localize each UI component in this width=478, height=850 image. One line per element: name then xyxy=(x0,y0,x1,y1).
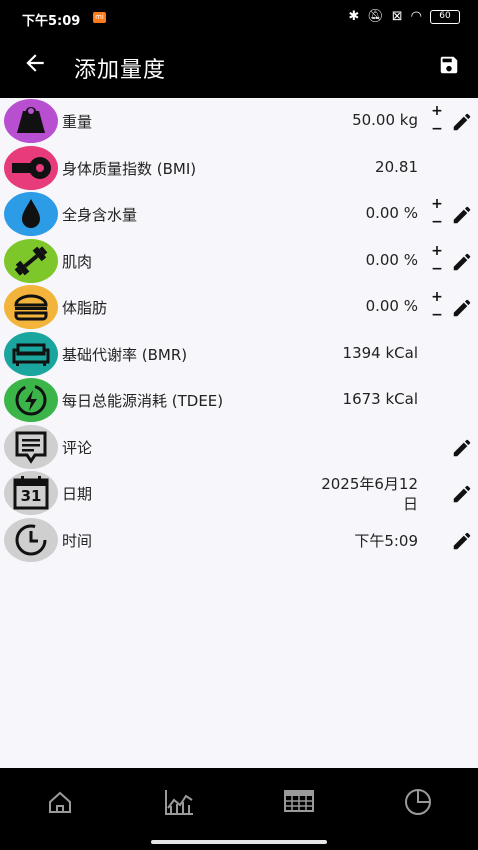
home-icon[interactable] xyxy=(45,788,75,816)
row-value: 1673 kCal xyxy=(342,390,418,408)
row-value: 1394 kCal xyxy=(342,344,418,362)
row-label: 体脂肪 xyxy=(62,299,108,317)
gesture-bar xyxy=(0,834,478,850)
status-bar: 下午5:09 mi ✱ 🔕︎ ⊠ ◠ 60 xyxy=(0,0,478,36)
save-icon[interactable] xyxy=(438,54,460,76)
back-arrow-icon[interactable] xyxy=(22,50,48,76)
dumbbell-icon xyxy=(4,239,58,283)
clock-icon xyxy=(4,518,58,562)
chart-icon[interactable] xyxy=(164,788,194,816)
pencil-icon[interactable] xyxy=(451,204,473,226)
sofa-icon xyxy=(4,332,58,376)
home-indicator[interactable] xyxy=(151,840,327,844)
date-line-2: 日 xyxy=(402,495,418,513)
app-bar: 添加量度 xyxy=(0,36,478,98)
tape-measure-icon xyxy=(4,146,58,190)
minus-button[interactable]: − xyxy=(431,260,443,278)
row-muscle: 肌肉 0.00 % + − xyxy=(0,238,478,284)
pie-chart-icon[interactable] xyxy=(403,788,433,816)
status-time: 下午5:09 xyxy=(22,14,81,29)
energy-cycle-icon xyxy=(4,378,58,422)
row-value: 下午5:09 xyxy=(354,532,418,550)
row-bmr: 基础代谢率 (BMR) 1394 kCal xyxy=(0,331,478,377)
row-time: 时间 下午5:09 xyxy=(0,517,478,563)
mi-badge-icon: mi xyxy=(93,12,106,23)
row-value: 20.81 xyxy=(375,158,418,176)
weight-icon xyxy=(4,99,58,143)
minus-button[interactable]: − xyxy=(431,213,443,231)
row-label: 日期 xyxy=(62,485,93,503)
water-stepper[interactable]: + − xyxy=(431,195,443,231)
status-icons: ✱ 🔕︎ ⊠ ◠ 60 xyxy=(348,9,460,24)
weight-stepper[interactable]: + − xyxy=(431,102,443,138)
body-fat-stepper[interactable]: + − xyxy=(431,288,443,324)
plus-button[interactable]: + xyxy=(431,195,443,213)
plus-button[interactable]: + xyxy=(431,242,443,260)
date-line-1: 2025年6月12 xyxy=(321,475,418,493)
pencil-icon[interactable] xyxy=(451,251,473,273)
burger-icon xyxy=(4,285,58,329)
row-label: 身体质量指数 (BMI) xyxy=(62,160,197,178)
row-value: 0.00 % xyxy=(365,297,418,315)
bottom-nav xyxy=(0,768,478,834)
row-label: 基础代谢率 (BMR) xyxy=(62,346,188,364)
row-weight: 重量 50.00 kg + − xyxy=(0,98,478,144)
plus-button[interactable]: + xyxy=(431,102,443,120)
water-drop-icon xyxy=(4,192,58,236)
row-label: 评论 xyxy=(62,439,93,457)
row-comment: 评论 xyxy=(0,424,478,470)
muscle-stepper[interactable]: + − xyxy=(431,242,443,278)
calendar-day: 31 xyxy=(20,487,42,505)
minus-button[interactable]: − xyxy=(431,306,443,324)
row-tdee: 每日总能源消耗 (TDEE) 1673 kCal xyxy=(0,377,478,423)
table-icon[interactable] xyxy=(284,788,314,816)
pencil-icon[interactable] xyxy=(451,483,473,505)
sim-icon: ⊠ xyxy=(391,9,403,24)
row-water: 全身含水量 0.00 % + − xyxy=(0,191,478,237)
pencil-icon[interactable] xyxy=(451,530,473,552)
row-value: 0.00 % xyxy=(365,204,418,222)
bluetooth-icon: ✱ xyxy=(348,9,360,24)
row-label: 每日总能源消耗 (TDEE) xyxy=(62,392,224,410)
row-value: 0.00 % xyxy=(365,251,418,269)
battery-icon: 60 xyxy=(430,9,460,24)
minus-button[interactable]: − xyxy=(431,120,443,138)
pencil-icon[interactable] xyxy=(451,297,473,319)
pencil-icon[interactable] xyxy=(451,437,473,459)
row-label: 肌肉 xyxy=(62,253,93,271)
row-date: 31 日期 2025年6月12 日 xyxy=(0,470,478,516)
pencil-icon[interactable] xyxy=(451,111,473,133)
calendar-icon: 31 xyxy=(4,471,58,515)
row-value: 2025年6月12 日 xyxy=(298,474,418,514)
wifi-icon: ◠ xyxy=(410,9,422,24)
row-body-fat: 体脂肪 0.00 % + − xyxy=(0,284,478,330)
comment-icon xyxy=(4,425,58,469)
row-label: 时间 xyxy=(62,532,93,550)
row-value: 50.00 kg xyxy=(352,111,418,129)
row-label: 重量 xyxy=(62,113,93,131)
plus-button[interactable]: + xyxy=(431,288,443,306)
measurements-list: 重量 50.00 kg + − 身体质量指数 (BMI) 20.81 全身含水量… xyxy=(0,98,478,768)
mute-bell-icon: 🔕︎ xyxy=(367,9,384,24)
page-title: 添加量度 xyxy=(74,58,167,83)
row-bmi: 身体质量指数 (BMI) 20.81 xyxy=(0,145,478,191)
row-label: 全身含水量 xyxy=(62,206,138,224)
